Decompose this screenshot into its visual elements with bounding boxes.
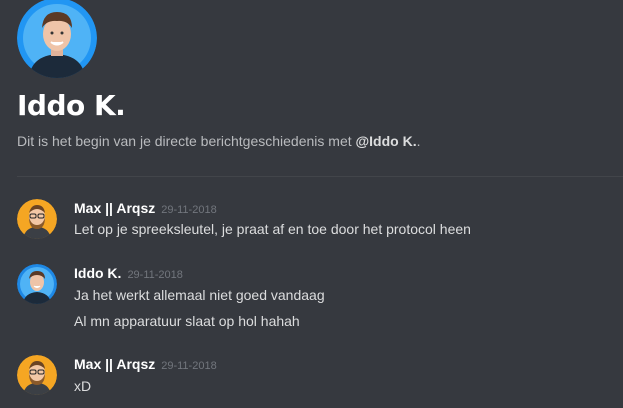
message-timestamp: 29-11-2018: [161, 360, 217, 372]
conversation-intro: Dit is het begin van je directe berichtg…: [17, 133, 421, 149]
message-text: Ja het werkt allemaal niet goed vandaag: [74, 287, 325, 303]
message-header: Max || Arqsz 29-11-2018: [74, 200, 217, 218]
page-title: Iddo K.: [17, 89, 126, 122]
message-timestamp: 29-11-2018: [127, 269, 183, 281]
message-timestamp: 29-11-2018: [161, 204, 217, 216]
intro-user-mention[interactable]: @Iddo K.: [356, 133, 417, 149]
intro-text: Dit is het begin van je directe berichtg…: [17, 133, 356, 149]
message-text: Al mn apparatuur slaat op hol hahah: [74, 313, 300, 329]
message-author[interactable]: Max || Arqsz: [74, 356, 155, 372]
intro-suffix: .: [416, 133, 421, 149]
avatar-max[interactable]: [17, 199, 57, 239]
dm-header: Iddo K. Dit is het begin van je directe …: [0, 0, 623, 177]
message-header: Iddo K. 29-11-2018: [74, 265, 183, 283]
message-text: Let op je spreeksleutel, je praat af en …: [74, 221, 471, 237]
message-text: xD: [74, 378, 92, 394]
user-avatar-large[interactable]: [17, 0, 97, 78]
message-header: Max || Arqsz 29-11-2018: [74, 356, 217, 374]
message-author[interactable]: Iddo K.: [74, 265, 121, 281]
avatar-max[interactable]: [17, 355, 57, 395]
message-author[interactable]: Max || Arqsz: [74, 200, 155, 216]
divider: [17, 176, 623, 177]
avatar-iddo[interactable]: [17, 264, 57, 304]
